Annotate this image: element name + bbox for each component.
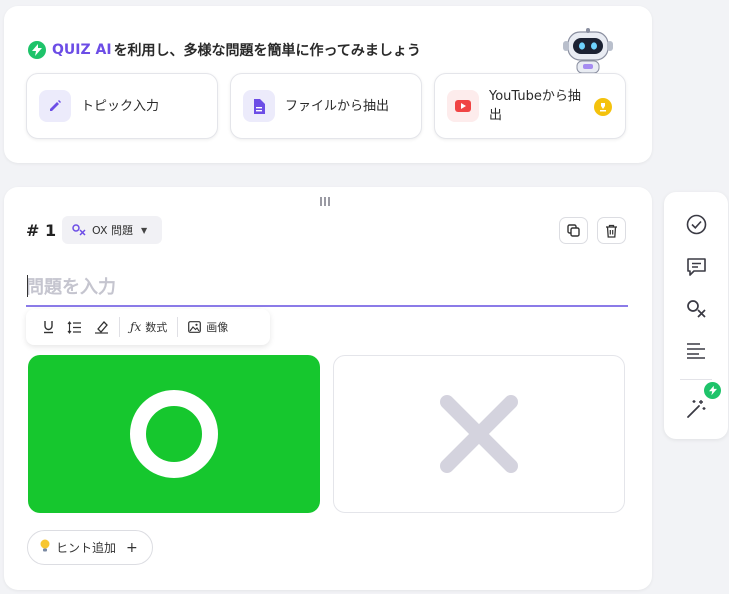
lightbulb-icon [40, 539, 50, 556]
highlighter-icon [95, 321, 108, 334]
answer-check-button[interactable] [683, 211, 709, 237]
function-icon: ƒx [130, 320, 142, 334]
quiz-ai-panel: QUIZ AI を利用し、多様な問題を簡単に作ってみましょう トピック入力 ファ… [4, 6, 652, 163]
magic-wand-icon [686, 399, 705, 418]
input-underline [26, 305, 628, 307]
line-spacing-button[interactable] [61, 315, 88, 339]
file-extract-label: ファイルから抽出 [285, 98, 390, 114]
ox-icon [686, 300, 706, 318]
circle-o-icon [130, 390, 218, 478]
underline-icon [44, 321, 53, 334]
format-toolbar: ƒx 数式 画像 [26, 309, 270, 345]
copy-icon [567, 224, 580, 237]
youtube-extract-label: YouTubeから抽出 [489, 89, 581, 123]
delete-button[interactable] [597, 217, 626, 244]
topic-input-label: トピック入力 [81, 98, 160, 114]
youtube-extract-option[interactable]: YouTubeから抽出 [434, 73, 626, 139]
question-number: # 1 [26, 221, 57, 240]
question-card: # 1 OX 問題 ▼ 問題を入力 ƒx 数式 画像 ヒント追加 + [4, 187, 652, 590]
question-type-label: OX 問題 [92, 224, 133, 237]
question-sidebar [664, 192, 728, 439]
brand-name: QUIZ AI [52, 42, 112, 58]
ox-type-button[interactable] [683, 296, 709, 322]
sidebar-divider [680, 379, 712, 380]
comment-icon [686, 258, 706, 276]
toolbar-divider [177, 317, 179, 337]
trash-icon [606, 224, 617, 238]
underline-button[interactable] [36, 315, 61, 339]
headline-text: を利用し、多様な問題を簡単に作ってみましょう [113, 43, 421, 59]
formula-label: 数式 [145, 321, 168, 334]
lightning-icon [28, 41, 46, 59]
highlight-button[interactable] [88, 315, 115, 339]
add-hint-button[interactable]: ヒント追加 + [27, 530, 153, 565]
image-button[interactable]: 画像 [182, 315, 234, 339]
chevron-down-icon: ▼ [141, 225, 148, 235]
toolbar-divider [119, 317, 120, 337]
plus-icon: + [126, 539, 138, 556]
youtube-icon [447, 90, 479, 122]
text-cursor [27, 275, 28, 297]
document-icon [243, 90, 275, 122]
image-label: 画像 [206, 321, 229, 334]
answer-o-option[interactable] [28, 355, 320, 513]
duplicate-button[interactable] [559, 217, 588, 244]
explanation-button[interactable] [683, 254, 709, 280]
text-align-button[interactable] [683, 337, 709, 363]
ai-headline: QUIZ AI を利用し、多様な問題を簡単に作ってみましょう [28, 40, 421, 60]
cross-x-icon [440, 395, 518, 473]
answer-x-option[interactable] [333, 355, 625, 513]
question-input[interactable] [26, 275, 628, 300]
align-left-icon [687, 342, 705, 359]
ai-generate-button[interactable] [683, 395, 709, 421]
add-hint-label: ヒント追加 [56, 541, 117, 555]
file-extract-option[interactable]: ファイルから抽出 [230, 73, 422, 139]
pencil-icon [39, 90, 71, 122]
line-spacing-icon [67, 320, 81, 334]
crown-icon [594, 98, 612, 116]
image-icon [188, 321, 202, 333]
drag-handle[interactable] [320, 197, 330, 206]
check-circle-icon [686, 214, 706, 234]
topic-input-option[interactable]: トピック入力 [26, 73, 218, 139]
ox-icon [72, 224, 86, 236]
formula-button[interactable]: ƒx 数式 [124, 315, 173, 339]
question-type-dropdown[interactable]: OX 問題 ▼ [62, 216, 162, 244]
